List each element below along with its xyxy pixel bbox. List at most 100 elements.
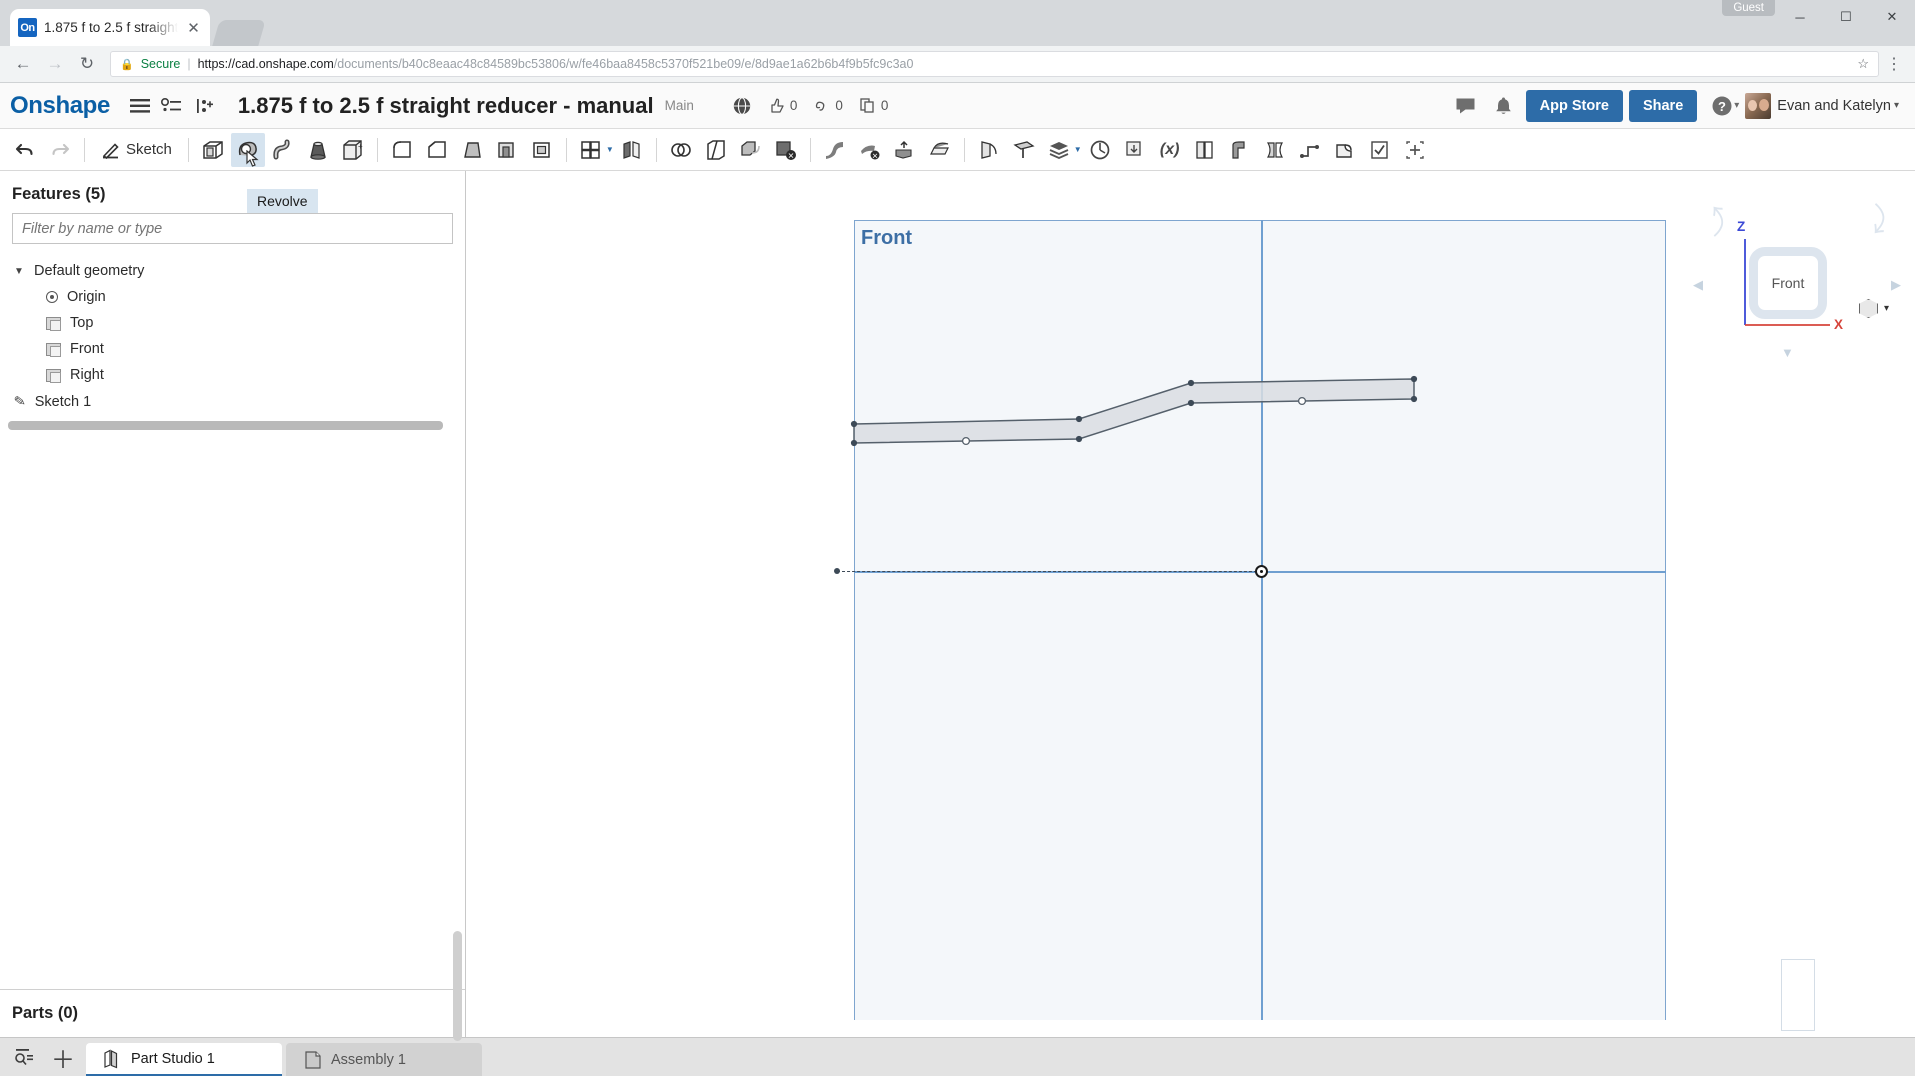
display-mode-caret-icon[interactable]: ▾ — [1884, 303, 1889, 314]
plane-tool[interactable] — [1007, 133, 1041, 167]
user-menu-label[interactable]: Evan and Katelyn — [1777, 98, 1891, 114]
layers-tool[interactable] — [1042, 133, 1076, 167]
mirror-tool[interactable] — [615, 133, 649, 167]
copies-stat[interactable]: 0 — [853, 97, 895, 114]
view-left-arrow-icon[interactable]: ◀ — [1693, 277, 1703, 293]
fillet-tool[interactable] — [385, 133, 419, 167]
address-bar[interactable]: 🔒 Secure | https://cad.onshape.com/docum… — [110, 51, 1879, 77]
tab-assembly-1[interactable]: Assembly 1 — [286, 1043, 482, 1076]
pattern-tool[interactable] — [574, 133, 608, 167]
tab-part-studio-1[interactable]: Part Studio 1 — [86, 1043, 282, 1076]
feature-rollback-bar[interactable] — [8, 421, 443, 430]
view-right-arrow-icon[interactable]: ▶ — [1891, 277, 1901, 293]
reroute-tool[interactable] — [1293, 133, 1327, 167]
tree-item-sketch-1[interactable]: ✎ Sketch 1 — [0, 388, 465, 415]
chrome-menu-icon[interactable]: ⋮ — [1881, 54, 1907, 74]
chevron-down-icon[interactable]: ▼ — [14, 266, 25, 277]
hamburger-icon[interactable] — [124, 90, 156, 122]
reload-icon[interactable]: ↻ — [72, 49, 102, 79]
curve-tool[interactable] — [1083, 133, 1117, 167]
add-tab-button[interactable]: ＋ — [44, 1038, 82, 1076]
view-cube-face[interactable]: Front — [1749, 247, 1827, 319]
sweep-tool[interactable] — [266, 133, 300, 167]
undo-icon[interactable] — [8, 133, 42, 167]
feature-filter[interactable] — [12, 213, 453, 244]
loft-tool[interactable] — [301, 133, 335, 167]
close-window-icon[interactable]: ✕ — [1869, 0, 1915, 34]
share-button[interactable]: Share — [1628, 89, 1698, 122]
maximize-icon[interactable]: ☐ — [1823, 0, 1869, 34]
sheet-metal-tool[interactable] — [818, 133, 852, 167]
onshape-logo[interactable]: Onshape — [10, 92, 110, 120]
close-icon[interactable]: ✕ — [185, 19, 202, 37]
bend-tool[interactable] — [972, 133, 1006, 167]
minimize-icon[interactable]: ─ — [1777, 0, 1823, 34]
check-tool[interactable] — [1363, 133, 1397, 167]
view-down-arrow-icon[interactable]: ▼ — [1781, 345, 1794, 360]
import-tool[interactable] — [1118, 133, 1152, 167]
tab-label: Assembly 1 — [331, 1051, 406, 1068]
features-title: Features (5) — [12, 185, 106, 203]
tree-item-default-geometry[interactable]: ▼ Default geometry — [0, 258, 465, 284]
weld-tool[interactable] — [1328, 133, 1362, 167]
svg-text:?: ? — [1718, 99, 1726, 114]
app-store-button[interactable]: App Store — [1525, 89, 1623, 122]
reducer-profile — [853, 378, 1415, 444]
document-title[interactable]: 1.875 f to 2.5 f straight reducer - manu… — [238, 93, 654, 119]
split-tool[interactable] — [699, 133, 733, 167]
add-tool[interactable] — [1398, 133, 1432, 167]
tree-item-top[interactable]: Top — [0, 310, 465, 336]
forward-icon[interactable]: → — [40, 49, 70, 79]
branch-label[interactable]: Main — [665, 98, 694, 113]
tree-item-right[interactable]: Right — [0, 362, 465, 388]
rotate-ccw-icon[interactable]: ⤴ — [1694, 197, 1738, 242]
tab-filter-icon[interactable] — [6, 1038, 44, 1076]
variable-tool[interactable]: (x) — [1153, 133, 1187, 167]
flange-tool[interactable] — [888, 133, 922, 167]
composite-tool[interactable] — [1188, 133, 1222, 167]
user-caret-icon[interactable]: ▾ — [1894, 100, 1899, 111]
help-menu[interactable]: ? ▾ — [1711, 95, 1739, 117]
guest-badge[interactable]: Guest — [1722, 0, 1775, 16]
links-stat[interactable]: 0 — [807, 97, 849, 114]
cad-viewport[interactable]: Front ⤴ ⤵ Front Z X ◀ ▶ ▼ ▾ — [466, 171, 1915, 1037]
search-input[interactable] — [22, 220, 443, 237]
extrude-tool[interactable] — [196, 133, 230, 167]
shell-tool[interactable] — [525, 133, 559, 167]
tree-item-front[interactable]: Front — [0, 336, 465, 362]
sidebar-scrollbar[interactable] — [451, 171, 463, 1041]
thicken-tool[interactable]: + — [336, 133, 370, 167]
joint-tool[interactable] — [1258, 133, 1292, 167]
insert-icon[interactable] — [188, 90, 220, 122]
back-icon[interactable]: ← — [8, 49, 38, 79]
globe-icon[interactable] — [726, 90, 758, 122]
document-list-icon[interactable] — [156, 90, 188, 122]
redo-icon[interactable] — [43, 133, 77, 167]
sidebar-scroll-thumb[interactable] — [453, 931, 462, 1041]
rotate-cw-icon[interactable]: ⤵ — [1856, 197, 1900, 242]
display-mode-menu[interactable]: ▾ — [1858, 299, 1889, 318]
comment-icon[interactable] — [1450, 90, 1482, 122]
unfold-tool[interactable]: ✕ — [853, 133, 887, 167]
likes-stat[interactable]: 0 — [762, 97, 804, 114]
draft-tool[interactable] — [455, 133, 489, 167]
boolean-tool[interactable] — [664, 133, 698, 167]
browser-tab[interactable]: On 1.875 f to 2.5 f straight re ✕ — [10, 9, 210, 46]
parts-title: Parts (0) — [12, 1004, 79, 1022]
bell-icon[interactable] — [1488, 90, 1520, 122]
avatar[interactable] — [1745, 92, 1772, 119]
tree-item-origin[interactable]: Origin — [0, 284, 465, 310]
transform-tool[interactable] — [734, 133, 768, 167]
delete-part-tool[interactable]: ✕ — [769, 133, 803, 167]
new-tab-button[interactable] — [212, 20, 266, 46]
revolve-tool[interactable] — [230, 132, 265, 167]
hem-tool[interactable] — [1223, 133, 1257, 167]
help-caret-icon[interactable]: ▾ — [1734, 100, 1739, 111]
sketch-button[interactable]: Sketch — [92, 133, 181, 167]
rib-tool[interactable] — [490, 133, 524, 167]
bookmark-star-icon[interactable]: ☆ — [1857, 56, 1869, 72]
chamfer-tool[interactable] — [420, 133, 454, 167]
plane-icon — [46, 368, 61, 383]
tab-tool[interactable] — [923, 133, 957, 167]
view-cube[interactable]: ⤴ ⤵ Front Z X ◀ ▶ ▼ — [1693, 197, 1901, 374]
